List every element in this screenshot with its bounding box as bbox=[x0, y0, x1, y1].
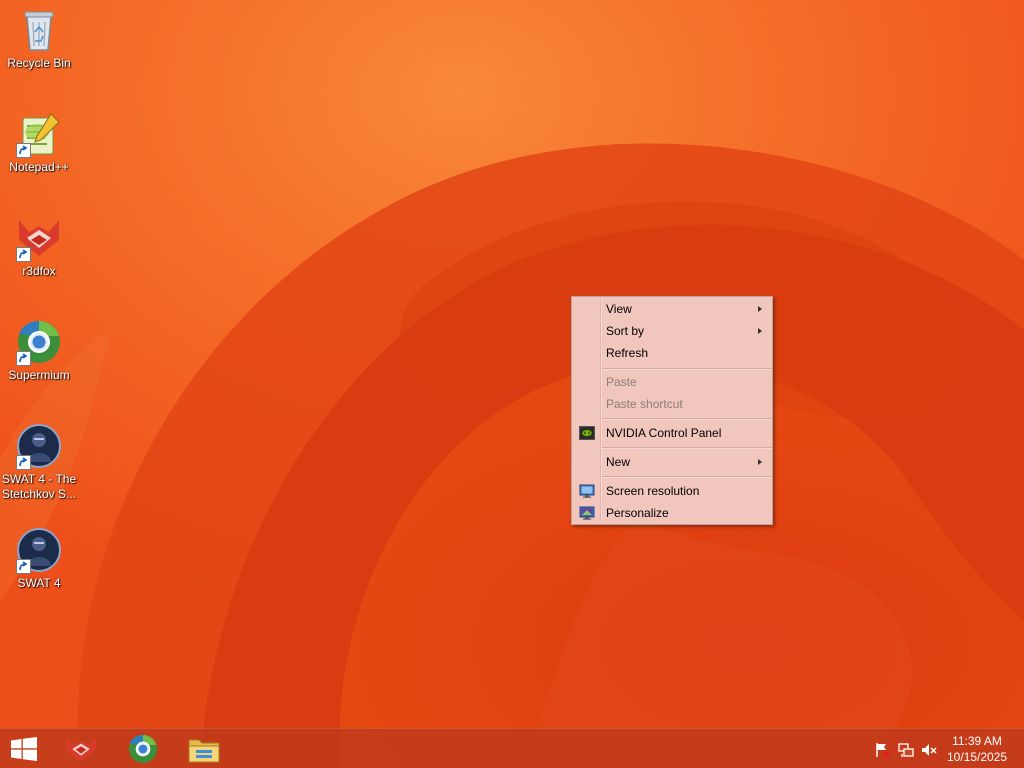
menu-separator bbox=[602, 476, 772, 478]
personalize-icon bbox=[579, 505, 595, 521]
supermium-icon bbox=[15, 318, 63, 366]
desktop-icon-label: r3dfox bbox=[22, 264, 56, 278]
menu-item-label: Paste bbox=[606, 375, 637, 389]
taskbar: 11:39 AM 10/15/2025 bbox=[0, 728, 1024, 768]
screen-resolution-icon bbox=[579, 483, 595, 499]
volume-muted-icon[interactable] bbox=[921, 742, 937, 758]
menu-item-label: NVIDIA Control Panel bbox=[606, 426, 722, 440]
menu-item-label: Sort by bbox=[606, 324, 645, 338]
action-center-flag-icon[interactable] bbox=[874, 742, 890, 758]
menu-item-label: New bbox=[606, 455, 631, 469]
clock-date: 10/15/2025 bbox=[946, 750, 1008, 764]
menu-item-refresh[interactable]: Refresh bbox=[574, 342, 770, 364]
desktop-icon-swat4[interactable]: SWAT 4 bbox=[0, 526, 78, 591]
submenu-arrow-icon bbox=[758, 459, 762, 465]
shortcut-arrow-icon bbox=[16, 351, 31, 366]
shortcut-arrow-icon bbox=[16, 559, 31, 574]
menu-item-label: Personalize bbox=[606, 506, 669, 520]
menu-item-label: Refresh bbox=[606, 346, 649, 360]
desktop-icon-recycle-bin[interactable]: Recycle Bin bbox=[0, 6, 78, 71]
notepad-plus-plus-icon bbox=[15, 110, 63, 158]
menu-separator bbox=[602, 418, 772, 420]
desktop-icon-supermium[interactable]: Supermium bbox=[0, 318, 78, 383]
swat4-icon bbox=[15, 526, 63, 574]
taskbar-file-explorer-button[interactable] bbox=[176, 729, 232, 768]
file-explorer-icon bbox=[188, 739, 220, 763]
desktop-icon-swat4-stetchkov[interactable]: SWAT 4 - The Stetchkov S... bbox=[0, 422, 78, 502]
supermium-icon bbox=[129, 734, 157, 763]
clock-time: 11:39 AM bbox=[952, 734, 1002, 748]
taskbar-clock[interactable]: 11:39 AM 10/15/2025 bbox=[942, 733, 1012, 765]
taskbar-r3dfox-button[interactable] bbox=[54, 729, 110, 768]
start-button[interactable] bbox=[0, 729, 56, 768]
desktop-icon-label: Notepad++ bbox=[9, 160, 69, 174]
submenu-arrow-icon bbox=[758, 306, 762, 312]
menu-separator bbox=[602, 368, 772, 370]
menu-item-nvidia-control-panel[interactable]: NVIDIA Control Panel bbox=[574, 422, 770, 444]
menu-item-label: Screen resolution bbox=[606, 484, 700, 498]
shortcut-arrow-icon bbox=[16, 247, 31, 262]
windows-logo-icon bbox=[11, 737, 37, 761]
desktop-icon-notepad-plus-plus[interactable]: Notepad++ bbox=[0, 110, 78, 175]
shortcut-arrow-icon bbox=[16, 455, 31, 470]
taskbar-supermium-button[interactable] bbox=[115, 729, 171, 768]
submenu-arrow-icon bbox=[758, 328, 762, 334]
r3dfox-icon bbox=[15, 214, 63, 262]
desktop[interactable]: Recycle Bin Notepad++ r3dfox Supermium S… bbox=[0, 0, 1024, 768]
r3dfox-icon bbox=[66, 738, 96, 761]
menu-item-view[interactable]: View bbox=[574, 298, 770, 320]
menu-separator bbox=[602, 447, 772, 449]
menu-item-paste[interactable]: Paste bbox=[574, 371, 770, 393]
menu-item-screen-resolution[interactable]: Screen resolution bbox=[574, 480, 770, 502]
menu-item-personalize[interactable]: Personalize bbox=[574, 502, 770, 524]
menu-item-new[interactable]: New bbox=[574, 451, 770, 473]
swat4-stetchkov-icon bbox=[15, 422, 63, 470]
desktop-icon-label: Recycle Bin bbox=[7, 56, 71, 70]
nvidia-icon bbox=[579, 425, 595, 441]
recycle-bin-icon bbox=[15, 6, 63, 54]
menu-item-label: Paste shortcut bbox=[606, 397, 683, 411]
desktop-icon-label: Supermium bbox=[8, 368, 70, 382]
wallpaper bbox=[0, 0, 1024, 768]
desktop-icon-label: SWAT 4 bbox=[17, 576, 61, 590]
desktop-context-menu: View Sort by Refresh Paste Paste shortcu… bbox=[571, 296, 773, 525]
desktop-icon-r3dfox[interactable]: r3dfox bbox=[0, 214, 78, 279]
menu-item-sort-by[interactable]: Sort by bbox=[574, 320, 770, 342]
network-icon[interactable] bbox=[898, 742, 914, 758]
menu-item-label: View bbox=[606, 302, 632, 316]
menu-item-paste-shortcut[interactable]: Paste shortcut bbox=[574, 393, 770, 415]
desktop-icon-label: SWAT 4 - The Stetchkov S... bbox=[1, 472, 77, 501]
shortcut-arrow-icon bbox=[16, 143, 31, 158]
